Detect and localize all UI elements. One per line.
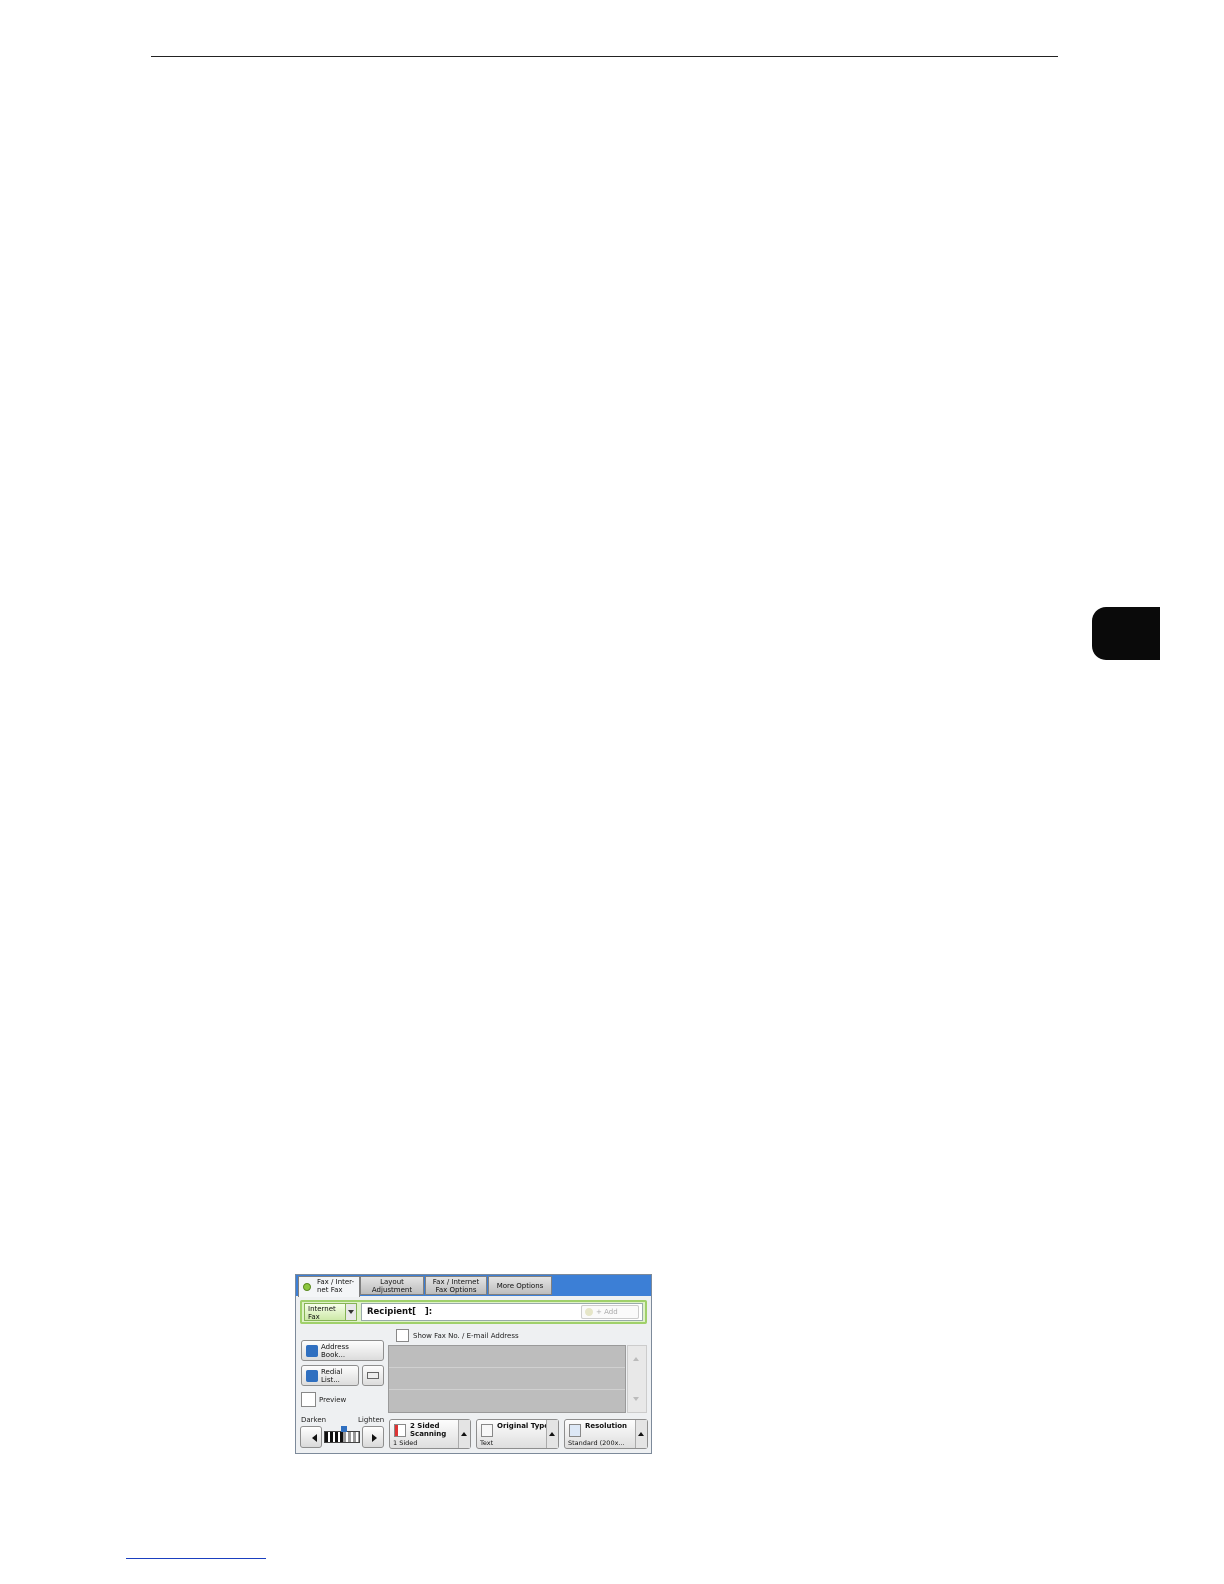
lighten-button[interactable] [362,1426,384,1448]
scroll-up-icon[interactable] [635,1420,647,1448]
address-book-button[interactable]: Address Book... [301,1340,384,1361]
mode-select-label: Internet Fax [308,1305,336,1321]
add-button[interactable]: + Add [581,1305,639,1319]
scroll-up-icon[interactable] [458,1420,470,1448]
darken-button[interactable] [300,1426,322,1448]
arrow-right-icon [372,1434,381,1442]
original-type-button[interactable]: Original Type Text [476,1419,559,1449]
feature-title: Resolution [585,1422,628,1430]
tab-label: More Options [496,1282,544,1290]
tab-label: Fax / Internet Fax Options [432,1278,480,1294]
tab-fax-options[interactable]: Fax / Internet Fax Options [425,1276,487,1295]
redial-label: Redial List... [321,1368,343,1384]
fax-tab-icon [303,1283,311,1291]
density-gauge [324,1431,360,1443]
two-sided-scanning-button[interactable]: 2 Sided Scanning 1 Sided [389,1419,471,1449]
feature-title: 2 Sided Scanning [410,1422,447,1438]
list-item[interactable] [389,1390,625,1412]
header-rule [151,56,1058,57]
preview-checkbox[interactable] [301,1392,316,1407]
feature-value: Text [480,1439,494,1447]
fax-screen-panel: Fax / Inter- net Fax Layout Adjustment F… [295,1274,652,1454]
redial-list-button[interactable]: Redial List... [301,1365,359,1386]
recipient-field[interactable]: Recipient[ ]: + Add [361,1303,643,1321]
list-item[interactable] [389,1346,625,1368]
show-address-label: Show Fax No. / E-mail Address [413,1332,519,1340]
density-marker [341,1426,347,1432]
tab-more-options[interactable]: More Options [488,1276,552,1295]
feature-value: 1 Sided [393,1439,418,1447]
preview-label: Preview [319,1396,347,1404]
scroll-up-icon[interactable] [546,1420,558,1448]
fax-mode-select[interactable]: Internet Fax [304,1303,357,1321]
original-type-icon [481,1424,493,1437]
scan-icon [394,1424,406,1437]
resolution-icon [569,1424,581,1437]
chapter-tab [1092,607,1160,660]
recipient-bar: Internet Fax Recipient[ ]: + Add [300,1300,647,1324]
keyboard-icon [367,1372,379,1379]
resolution-button[interactable]: Resolution Standard (200x... [564,1419,648,1449]
density-control [300,1426,384,1448]
tab-label: Layout Adjustment [371,1278,413,1294]
feature-value: Standard (200x... [568,1439,625,1447]
feature-title: Original Type [497,1422,550,1430]
lighten-label: Lighten [358,1416,385,1424]
arrow-left-icon [308,1434,317,1442]
tab-bar: Fax / Inter- net Fax Layout Adjustment F… [296,1275,651,1297]
list-scrollbar[interactable] [627,1345,647,1413]
address-book-label: Address Book... [321,1343,349,1359]
address-book-icon [306,1345,318,1357]
scroll-down-icon[interactable] [633,1397,639,1404]
scroll-up-icon[interactable] [633,1354,639,1361]
add-label: + Add [596,1308,618,1316]
chevron-down-icon [345,1304,356,1320]
recipient-label: Recipient[ ]: [367,1307,433,1317]
footer-link-underline [126,1558,266,1559]
keyboard-button[interactable] [362,1365,384,1386]
add-icon [585,1308,593,1316]
list-item[interactable] [389,1368,625,1390]
redial-icon [306,1370,318,1382]
tab-fax-internet-fax[interactable]: Fax / Inter- net Fax [298,1276,360,1297]
darken-label: Darken [301,1416,327,1424]
tab-label: Fax / Inter- net Fax [317,1278,355,1294]
recipient-list[interactable] [388,1345,626,1413]
tab-layout-adjustment[interactable]: Layout Adjustment [360,1276,424,1295]
show-address-checkbox[interactable] [396,1329,409,1342]
